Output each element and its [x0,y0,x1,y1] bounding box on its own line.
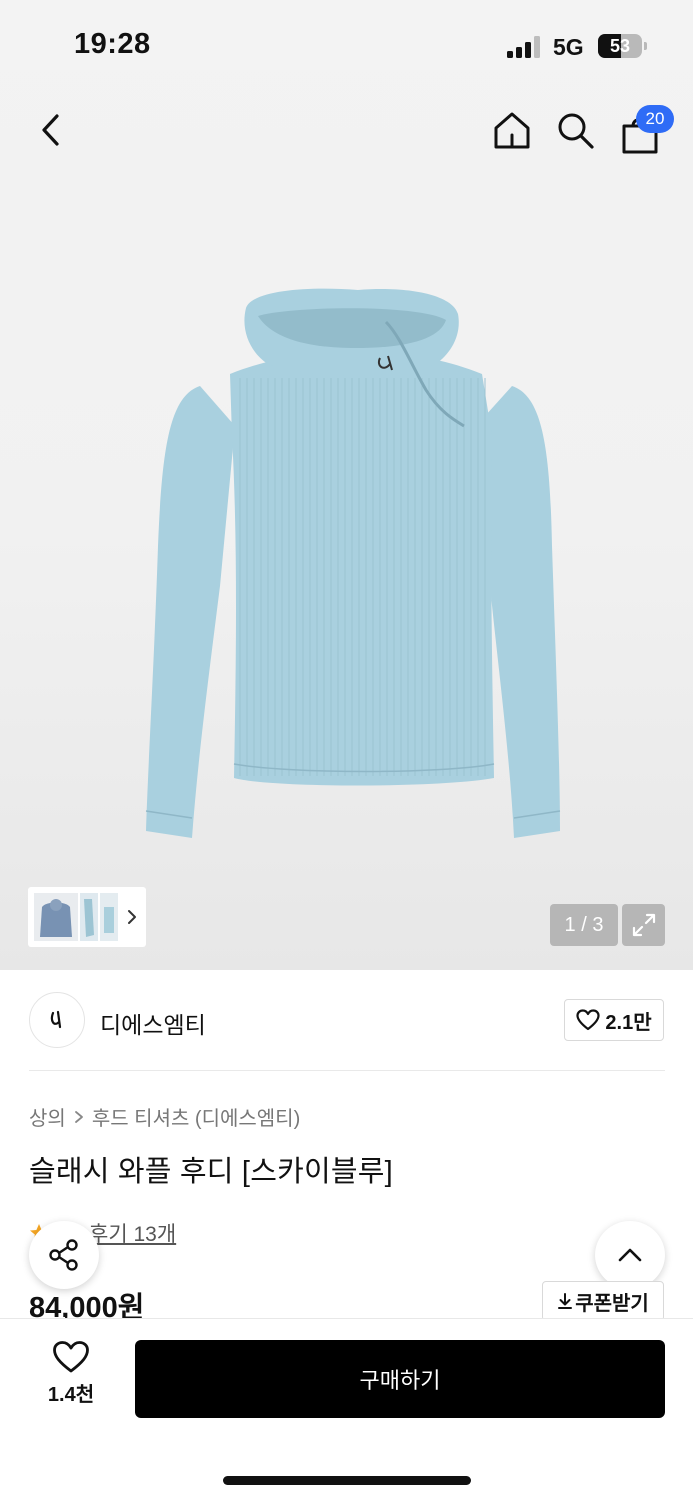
brand-logo-icon [50,1010,62,1029]
chevron-right-icon [128,910,136,924]
divider [29,1070,665,1071]
coupon-download-button[interactable]: 쿠폰받기 [542,1281,664,1321]
buy-button[interactable]: 구매하기 [135,1340,665,1418]
product-image [145,288,561,838]
back-button[interactable] [30,108,72,152]
breadcrumb-category[interactable]: 상의 [29,1102,66,1131]
breadcrumb-subcategory[interactable]: 후드 티셔츠 (디에스엠티) [92,1102,300,1131]
home-icon [494,112,530,149]
brand-name[interactable]: 디에스엠티 [100,1006,206,1040]
chevron-left-icon [42,114,59,146]
scroll-to-top-button[interactable] [595,1221,665,1289]
brand-like-button[interactable]: 2.1만 [564,999,664,1041]
battery-icon: 53 [598,34,648,58]
download-icon [558,1293,573,1309]
thumbnail-strip[interactable] [28,887,146,947]
review-count-link[interactable]: 후기 13개 [89,1218,176,1248]
battery-level: 53 [609,36,631,56]
breadcrumb: 상의 후드 티셔츠 (디에스엠티) [29,1102,300,1131]
cart-count-badge: 20 [636,105,674,133]
wishlist-button[interactable]: 1.4천 [30,1340,112,1418]
share-button[interactable] [29,1221,99,1289]
home-button[interactable] [490,108,534,152]
heart-icon [576,1009,600,1031]
image-page-counter: 1 / 3 [550,904,618,946]
coupon-label: 쿠폰받기 [575,1292,649,1315]
brand-logo[interactable] [29,992,85,1048]
product-title: 슬래시 와플 후디 [스카이블루] [29,1156,393,1188]
chevron-up-icon [618,1248,642,1262]
search-icon [558,113,594,149]
wishlist-count: 1.4천 [47,1384,95,1406]
home-indicator [223,1476,471,1485]
status-time: 19:28 [74,28,151,60]
expand-image-button[interactable] [622,904,665,946]
expand-icon [632,913,655,937]
heart-icon [53,1341,89,1373]
cellular-signal-icon [507,36,540,58]
status-bar: 19:28 5G 53 [0,0,693,92]
share-icon [49,1239,78,1271]
search-button[interactable] [553,108,597,152]
breadcrumb-chevron-icon [74,1110,83,1123]
product-image-gallery[interactable]: 19:28 5G 53 20 1 / 3 [0,0,693,970]
product-thumbnails [34,893,118,941]
brand-like-count: 2.1만 [605,1011,652,1034]
network-type: 5G [553,34,584,60]
